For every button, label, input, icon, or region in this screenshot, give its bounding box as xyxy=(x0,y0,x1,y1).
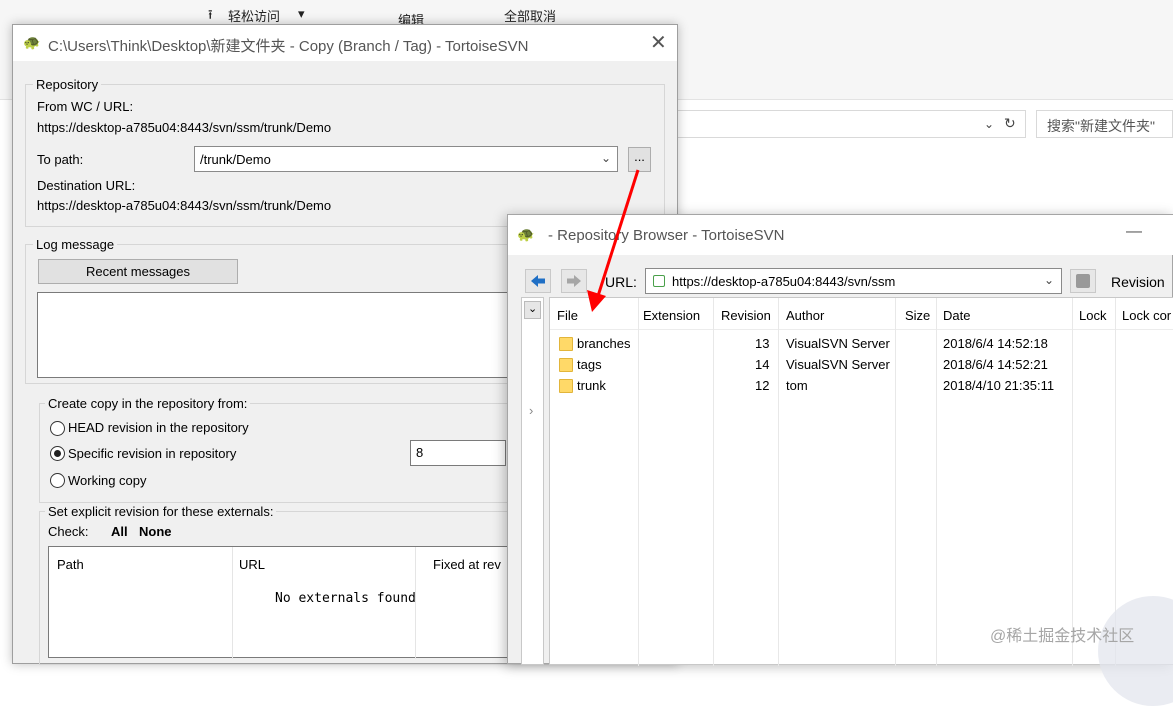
annotation-arrow xyxy=(587,169,640,312)
